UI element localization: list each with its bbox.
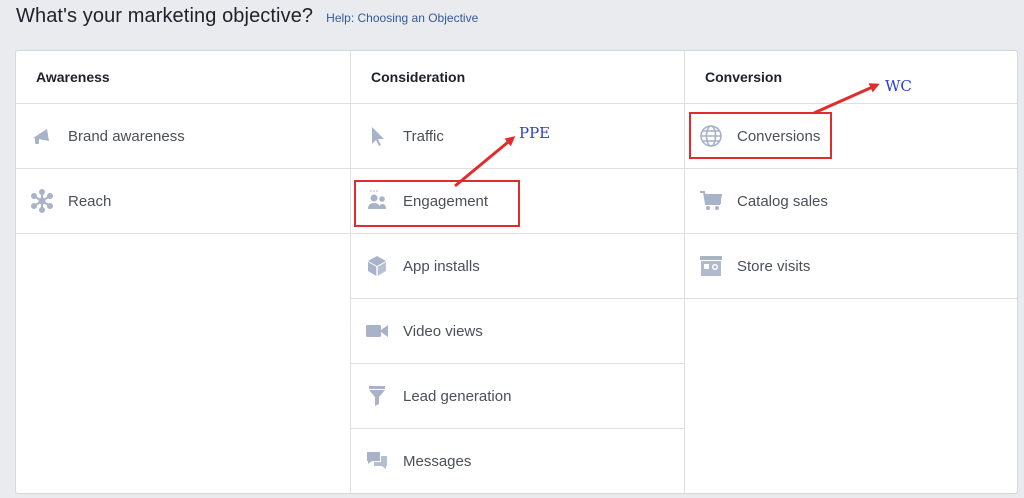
objective-label: Lead generation: [403, 387, 512, 405]
objective-label: Reach: [68, 192, 112, 210]
objective-label: Messages: [403, 452, 472, 470]
awareness-column: Awareness Brand awareness Reach: [16, 51, 350, 493]
video-camera-icon: [365, 319, 389, 343]
conversion-column: Conversion Conversions Catalog sales Sto…: [684, 51, 1017, 493]
people-icon: [365, 189, 389, 213]
objective-label: Video views: [403, 322, 483, 340]
objective-video-views[interactable]: Video views: [351, 299, 684, 364]
objective-brand-awareness[interactable]: Brand awareness: [16, 104, 350, 169]
help-link[interactable]: Help: Choosing an Objective: [326, 11, 478, 25]
megaphone-icon: [30, 124, 54, 148]
objective-store-visits[interactable]: Store visits: [685, 234, 1017, 299]
objective-messages[interactable]: Messages: [351, 429, 684, 493]
cart-icon: [699, 189, 723, 213]
column-heading: Awareness: [16, 51, 350, 104]
objective-reach[interactable]: Reach: [16, 169, 350, 234]
objective-lead-generation[interactable]: Lead generation: [351, 364, 684, 429]
page-header: What's your marketing objective? Help: C…: [16, 5, 478, 35]
column-heading: Consideration: [351, 51, 684, 104]
cursor-icon: [365, 124, 389, 148]
objective-catalog-sales[interactable]: Catalog sales: [685, 169, 1017, 234]
consideration-column: Consideration Traffic Engagement App ins…: [350, 51, 684, 493]
column-heading: Conversion: [685, 51, 1017, 104]
objective-label: Conversions: [737, 127, 821, 145]
objective-label: Engagement: [403, 192, 489, 210]
objective-label: Catalog sales: [737, 192, 828, 210]
objective-label: Brand awareness: [68, 127, 185, 145]
box-icon: [365, 254, 389, 278]
annotation-ppe: PPE: [519, 124, 551, 142]
funnel-icon: [365, 384, 389, 408]
objective-panel: Awareness Brand awareness Reach Consider…: [15, 50, 1018, 494]
objective-app-installs[interactable]: App installs: [351, 234, 684, 299]
store-icon: [699, 254, 723, 278]
chat-bubbles-icon: [365, 449, 389, 473]
annotation-wc: WC: [885, 77, 912, 95]
objective-traffic[interactable]: Traffic: [351, 104, 684, 169]
globe-icon: [699, 124, 723, 148]
objective-label: App installs: [403, 257, 480, 275]
objective-engagement[interactable]: Engagement: [351, 169, 684, 234]
page-title: What's your marketing objective?: [16, 5, 314, 27]
objective-label: Traffic: [403, 127, 444, 145]
objective-conversions[interactable]: Conversions: [685, 104, 1017, 169]
objective-label: Store visits: [737, 257, 811, 275]
reach-icon: [30, 189, 54, 213]
